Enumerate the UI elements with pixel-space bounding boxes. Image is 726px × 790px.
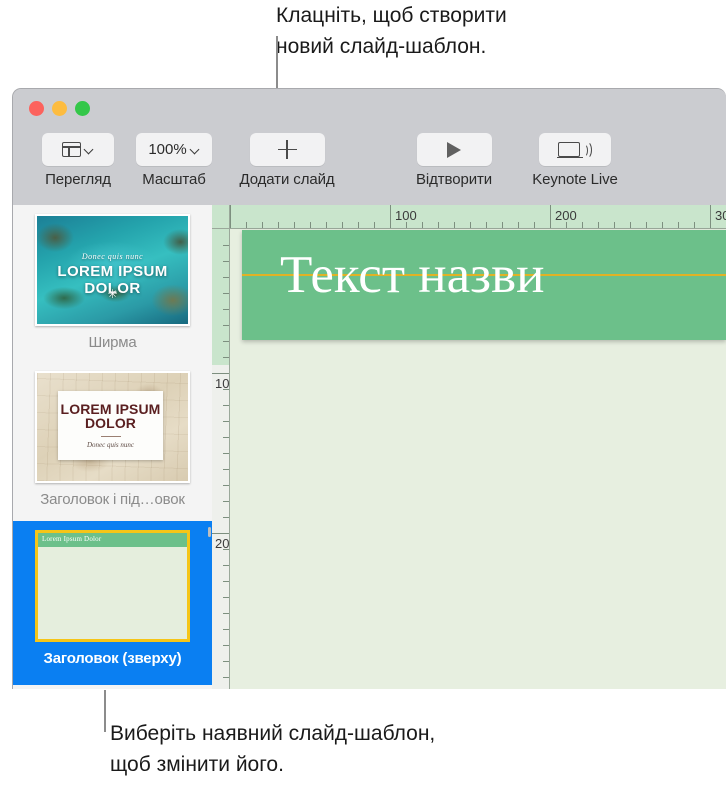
- slide-thumbnail-preview: Lorem Ipsum Dolor: [35, 530, 190, 642]
- sidebar-scrollbar[interactable]: [208, 527, 211, 537]
- slide-thumbnail-preview: LOREM IPSUM DOLOR Donec quis nunc: [35, 371, 190, 483]
- title-placeholder-band[interactable]: Текст назви: [242, 230, 726, 340]
- play-icon: [447, 141, 461, 158]
- thumbnail-wrapper: Donec quis nunc LOREM IPSUM DOLOR ✳: [35, 214, 190, 326]
- slide-caption: Заголовок (зверху): [43, 650, 182, 667]
- window-controls: [29, 101, 90, 116]
- zoom-button-label: Масштаб: [142, 171, 206, 188]
- play-button-label: Відтворити: [415, 171, 493, 188]
- content-area: Donec quis nunc LOREM IPSUM DOLOR ✳ Ширм…: [13, 205, 726, 689]
- ornament-icon: ✳: [107, 287, 118, 301]
- slide-thumbnail-preview: Donec quis nunc LOREM IPSUM DOLOR ✳: [35, 214, 190, 326]
- thumbnail-wrapper: Lorem Ipsum Dolor: [35, 530, 190, 642]
- chevron-down-icon: [191, 145, 200, 154]
- toolbar-item-keynote-live[interactable]: Keynote Live: [513, 133, 637, 188]
- title-placeholder-text[interactable]: Текст назви: [280, 238, 544, 312]
- zoom-value: 100%: [148, 141, 187, 158]
- keynote-live-button[interactable]: [539, 133, 611, 166]
- play-button[interactable]: [416, 133, 492, 166]
- zoom-button[interactable]: 100%: [136, 133, 212, 166]
- slide-thumbnail-item[interactable]: Donec quis nunc LOREM IPSUM DOLOR ✳ Ширм…: [13, 205, 212, 362]
- horizontal-ruler[interactable]: 100 200 3: [230, 205, 726, 229]
- keynote-window: Перегляд 100% Масштаб Додати слайд Відтв…: [12, 88, 726, 689]
- callout-bottom-leader-line: [104, 690, 106, 732]
- slide-thumbnail-item-selected[interactable]: Lorem Ipsum Dolor Заголовок (зверху): [13, 521, 212, 685]
- divider: [100, 436, 121, 437]
- minimize-window-button[interactable]: [52, 101, 67, 116]
- slide-canvas-area[interactable]: 100 200 3 10 20 Текст назви: [212, 205, 726, 689]
- chevron-down-icon: [85, 145, 94, 154]
- slide-caption: Ширма: [88, 334, 137, 351]
- view-button[interactable]: [42, 133, 114, 166]
- ruler-canvas-overlap-shade: [212, 229, 229, 365]
- toolbar: Перегляд 100% Масштаб Додати слайд Відтв…: [13, 89, 726, 205]
- thumb-band-text: Lorem Ipsum Dolor: [42, 535, 102, 543]
- view-button-label: Перегляд: [45, 171, 111, 188]
- toolbar-item-add-slide[interactable]: Додати слайд: [221, 133, 353, 188]
- plus-icon: [277, 140, 297, 159]
- add-slide-button-label: Додати слайд: [239, 171, 335, 188]
- thumbnail-wrapper: LOREM IPSUM DOLOR Donec quis nunc: [35, 371, 190, 483]
- thumb-subtitle: Donec quis nunc: [86, 441, 135, 449]
- toolbar-item-play[interactable]: Відтворити: [395, 133, 513, 188]
- view-layout-icon: [62, 142, 81, 157]
- thumb-title-line2: DOLOR: [84, 415, 137, 431]
- slide-thumbnail-item[interactable]: LOREM IPSUM DOLOR Donec quis nunc Заголо…: [13, 362, 212, 521]
- ruler-label-h: 300: [715, 208, 726, 223]
- ruler-corner: [212, 205, 230, 229]
- thumb-subtitle: Donec quis nunc: [81, 252, 144, 261]
- maximize-window-button[interactable]: [75, 101, 90, 116]
- ruler-label-h: 100: [395, 208, 417, 223]
- keynote-live-button-label: Keynote Live: [532, 171, 618, 188]
- callout-bottom-text: Виберіть наявний слайд-шаблон, щоб зміни…: [110, 722, 436, 776]
- slide-navigator-sidebar[interactable]: Donec quis nunc LOREM IPSUM DOLOR ✳ Ширм…: [13, 205, 212, 689]
- toolbar-item-zoom[interactable]: 100% Масштаб: [127, 133, 221, 188]
- thumb-title-card: LOREM IPSUM DOLOR Donec quis nunc: [58, 391, 163, 460]
- slide-editing-surface[interactable]: Текст назви: [231, 230, 726, 689]
- add-slide-button[interactable]: [249, 133, 325, 166]
- close-window-button[interactable]: [29, 101, 44, 116]
- callout-top-text: Клацніть, щоб створити новий слайд-шабло…: [276, 4, 507, 58]
- display-broadcast-icon: [557, 140, 592, 160]
- slide-caption: Заголовок і під…овок: [40, 491, 185, 508]
- toolbar-item-view[interactable]: Перегляд: [29, 133, 127, 188]
- ruler-label-h: 200: [555, 208, 577, 223]
- vertical-ruler[interactable]: 100 200: [212, 229, 230, 689]
